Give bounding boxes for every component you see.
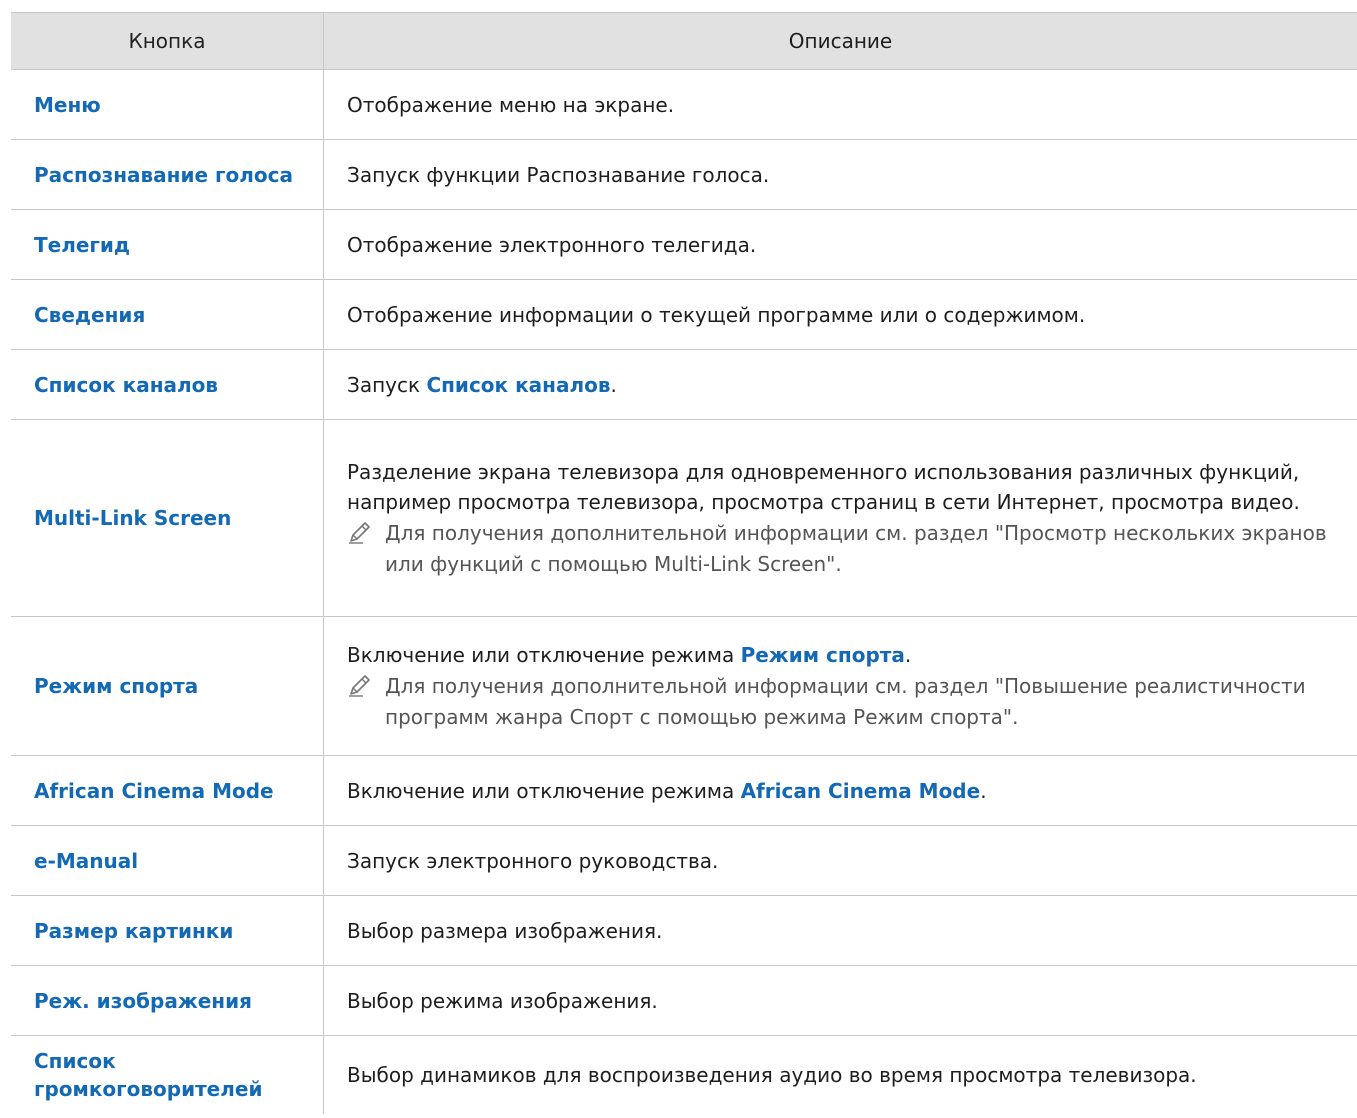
button-description: Разделение экрана телевизора для одновре… [324, 420, 1357, 616]
table-row: Режим спорта Включение или отключение ре… [11, 617, 1357, 756]
button-description: Запуск функции Распознавание голоса. [347, 162, 770, 187]
table-row: Multi-Link Screen Разделение экрана теле… [11, 420, 1357, 617]
button-name: Размер картинки [11, 896, 324, 965]
button-name: Сведения [11, 280, 324, 349]
button-description: Отображение информации о текущей програм… [347, 302, 1086, 327]
button-name: Телегид [11, 210, 324, 279]
button-description: Выбор динамиков для воспроизведения ауди… [347, 1063, 1197, 1087]
highlighted-term: Режим спорта [740, 642, 905, 667]
table-row: African Cinema Mode Включение или отключ… [11, 756, 1357, 826]
column-header-description: Описание [788, 29, 893, 53]
highlighted-term: Список каналов [426, 372, 611, 397]
table-row: Распознавание голоса Запуск функции Расп… [11, 140, 1357, 210]
column-header-button: Кнопка [11, 13, 324, 69]
highlighted-term: African Cinema Mode [740, 778, 981, 803]
button-description: Включение или отключение режима Режим сп… [324, 617, 1357, 755]
table-row: Сведения Отображение информации о текуще… [11, 280, 1357, 350]
table-row: Список каналов Запуск Список каналов. [11, 350, 1357, 420]
button-description: Выбор режима изображения. [347, 988, 658, 1013]
button-name: Режим спорта [11, 617, 324, 755]
info-note: Для получения дополнительной информации … [347, 518, 1337, 580]
table-row: e-Manual Запуск электронного руководства… [11, 826, 1357, 896]
table-header: Кнопка Описание [11, 13, 1357, 70]
pencil-note-icon [349, 521, 370, 544]
button-description: Запуск Список каналов. [347, 372, 617, 397]
button-name: Распознавание голоса [11, 140, 324, 209]
button-name: e-Manual [11, 826, 324, 895]
button-name: Меню [11, 70, 324, 139]
button-name: Список громкоговорителей [11, 1036, 324, 1114]
button-description: Выбор размера изображения. [347, 918, 663, 943]
table-row: Список громкоговорителей Выбор динамиков… [11, 1036, 1357, 1114]
button-name: African Cinema Mode [11, 756, 324, 825]
button-description-table: Кнопка Описание Меню Отображение меню на… [11, 12, 1357, 1114]
table-row: Телегид Отображение электронного телегид… [11, 210, 1357, 280]
pencil-note-icon [349, 674, 370, 697]
button-name: Реж. изображения [11, 966, 324, 1035]
button-description: Отображение электронного телегида. [347, 232, 757, 257]
table-row: Меню Отображение меню на экране. [11, 70, 1357, 140]
button-name: Список каналов [11, 350, 324, 419]
button-description: Включение или отключение режима African … [347, 778, 987, 803]
info-note: Для получения дополнительной информации … [347, 671, 1337, 733]
button-description: Отображение меню на экране. [347, 92, 675, 117]
button-description: Запуск электронного руководства. [347, 848, 719, 873]
table-row: Реж. изображения Выбор режима изображени… [11, 966, 1357, 1036]
table-row: Размер картинки Выбор размера изображени… [11, 896, 1357, 966]
button-name: Multi-Link Screen [11, 420, 324, 616]
